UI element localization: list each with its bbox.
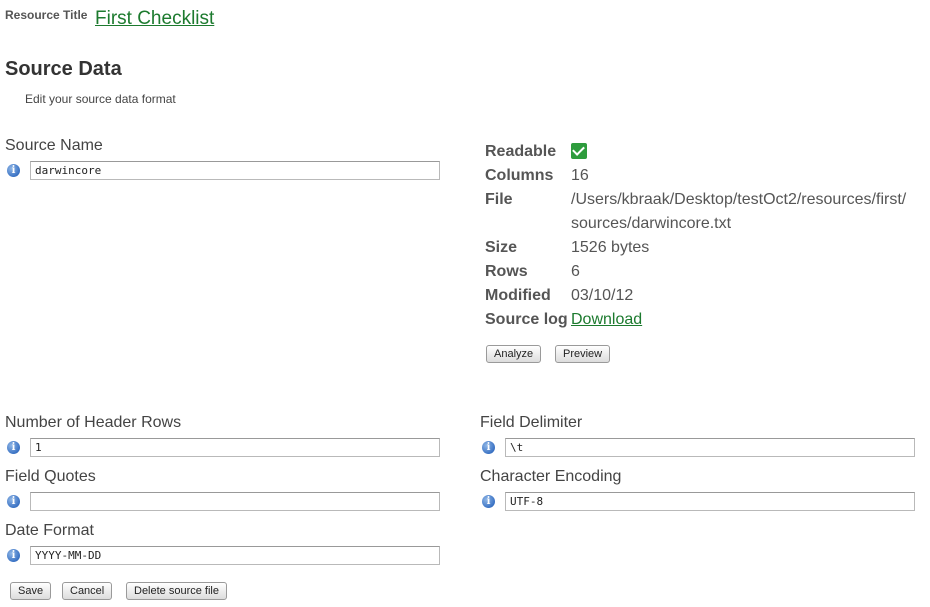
size-value: 1526 bytes	[571, 239, 650, 256]
preview-button[interactable]: Preview	[555, 345, 611, 363]
check-icon	[571, 142, 587, 159]
field-quotes-label: Field Quotes	[5, 468, 96, 485]
source-properties: Readable Columns 16 File /Users/kbraak/D…	[485, 140, 926, 332]
source-log-row: Source log Download	[485, 308, 926, 332]
readable-label: Readable	[485, 143, 557, 160]
info-icon[interactable]: i	[7, 549, 20, 562]
delete-source-file-button[interactable]: Delete source file	[126, 582, 227, 600]
info-icon[interactable]: i	[7, 495, 20, 508]
info-icon[interactable]: i	[482, 495, 495, 508]
resource-title-label: Resource Title	[5, 8, 88, 22]
character-encoding-input[interactable]	[505, 492, 915, 511]
modified-row: Modified 03/10/12	[485, 284, 926, 308]
file-label: File	[485, 191, 513, 208]
file-path-line2: sources/darwincore.txt	[571, 215, 732, 232]
source-name-input[interactable]	[30, 161, 440, 180]
size-row: Size 1526 bytes	[485, 236, 926, 260]
field-delimiter-input[interactable]	[505, 438, 915, 457]
page-title: Source Data	[5, 58, 122, 80]
page-subtitle: Edit your source data format	[25, 92, 176, 106]
character-encoding-label: Character Encoding	[480, 468, 622, 485]
save-button[interactable]: Save	[10, 582, 52, 600]
rows-row: Rows 6	[485, 260, 926, 284]
modified-value: 03/10/12	[571, 287, 634, 304]
rows-value: 6	[571, 263, 580, 280]
info-icon[interactable]: i	[7, 164, 20, 177]
cancel-button[interactable]: Cancel	[62, 582, 113, 600]
download-link[interactable]: Download	[571, 311, 642, 328]
info-icon[interactable]: i	[482, 441, 495, 454]
header-rows-label: Number of Header Rows	[5, 414, 182, 431]
size-label: Size	[485, 239, 518, 256]
columns-row: Columns 16	[485, 164, 926, 188]
field-delimiter-label: Field Delimiter	[480, 414, 583, 431]
file-row: File /Users/kbraak/Desktop/testOct2/reso…	[485, 188, 926, 236]
file-path-line1: /Users/kbraak/Desktop/testOct2/resources…	[571, 191, 907, 208]
header-rows-input[interactable]	[30, 438, 440, 457]
columns-label: Columns	[485, 167, 554, 184]
source-log-label: Source log	[485, 311, 568, 328]
readable-row: Readable	[485, 140, 926, 164]
date-format-label: Date Format	[5, 522, 94, 539]
rows-label: Rows	[485, 263, 528, 280]
resource-title-link[interactable]: First Checklist	[95, 8, 214, 30]
info-icon[interactable]: i	[7, 441, 20, 454]
date-format-input[interactable]	[30, 546, 440, 565]
columns-value: 16	[571, 167, 589, 184]
modified-label: Modified	[485, 287, 551, 304]
field-quotes-input[interactable]	[30, 492, 440, 511]
source-name-label: Source Name	[5, 137, 103, 154]
analyze-button[interactable]: Analyze	[486, 345, 542, 363]
